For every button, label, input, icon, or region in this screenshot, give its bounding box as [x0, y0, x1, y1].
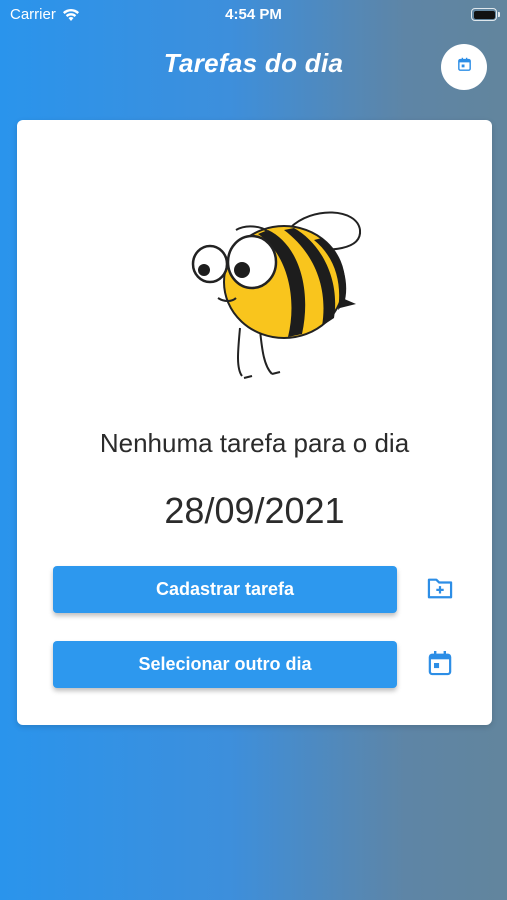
calendar-icon — [428, 650, 452, 681]
calendar-icon — [456, 56, 473, 78]
register-task-icon-button[interactable] — [425, 575, 455, 605]
bee-illustration — [191, 211, 362, 379]
calendar-button[interactable] — [441, 44, 487, 90]
register-task-button[interactable]: Cadastrar tarefa — [53, 566, 397, 613]
status-time: 4:54 PM — [225, 6, 282, 23]
page-title: Tarefas do dia — [163, 48, 344, 78]
folder-add-icon — [426, 576, 454, 605]
battery-icon — [471, 8, 500, 21]
selected-date: 28/09/2021 — [164, 490, 345, 531]
select-other-day-button[interactable]: Selecionar outro dia — [53, 641, 397, 688]
empty-tasks-message: Nenhuma tarefa para o dia — [99, 428, 410, 458]
select-day-icon-button[interactable] — [425, 650, 455, 680]
tasks-card: Nenhuma tarefa para o dia 28/09/2021 Cad… — [17, 120, 492, 725]
status-bar: Carrier 4:54 PM — [0, 0, 507, 30]
